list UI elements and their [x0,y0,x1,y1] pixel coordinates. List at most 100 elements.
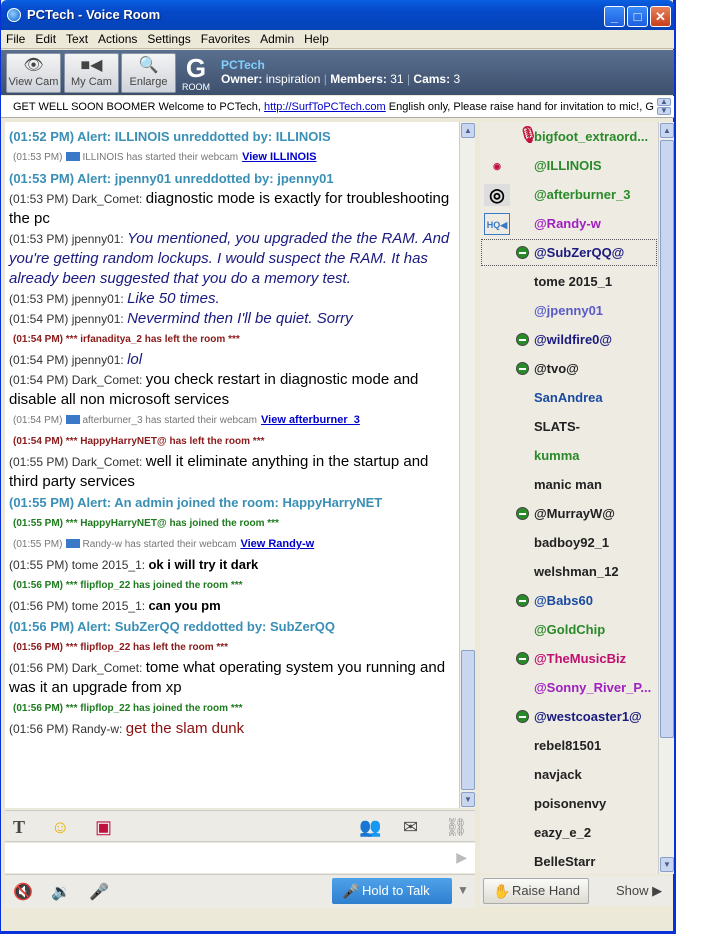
status-dot-icon [516,710,529,723]
users-scroll-down-arrow[interactable]: ▼ [660,857,674,872]
menu-file[interactable]: File [1,30,30,46]
enlarge-button[interactable]: 🔍 Enlarge [121,53,176,93]
link-icon[interactable]: ⛓ [445,815,468,839]
hold-to-talk-button[interactable]: 🎤 Hold to Talk [332,878,452,904]
chat-webcam-text: Randy-w has started their webcam [82,539,237,550]
room-button[interactable]: G ROOM [179,54,213,94]
user-list-item[interactable]: badboy92_1 [480,528,658,557]
chat-text: ok i will try it dark [148,557,259,572]
chat-time: (01:55 PM) [9,455,72,469]
user-list-item[interactable]: kumma [480,441,658,470]
chat-username[interactable]: jpenny01: [72,353,127,367]
user-list-item[interactable]: rebel81501 [480,731,658,760]
show-button[interactable]: Show ▶ [616,883,662,899]
chat-log[interactable]: (01:52 PM) Alert: ILLINOIS unreddotted b… [5,122,459,808]
user-list-item[interactable]: @wildfire0@ [480,325,658,354]
chat-username[interactable]: Dark_Comet: [72,661,146,675]
user-list-item[interactable]: eazy_e_2 [480,818,658,847]
user-list-item[interactable]: SLATS- [480,412,658,441]
chat-username[interactable]: jpenny01: [72,232,127,246]
user-list-item[interactable]: tome 2015_1 [480,267,658,296]
user-list-item[interactable]: @GoldChip [480,615,658,644]
view-webcam-link[interactable]: View ILLINOIS [242,151,316,163]
user-list-scrollbar[interactable]: ▲ ▼ [658,122,674,874]
user-list-item[interactable]: @Sonny_River_P... [480,673,658,702]
chat-text: get the slam dunk [125,720,245,737]
chat-message: (01:53 PM) Dark_Comet: diagnostic mode i… [5,189,459,229]
chat-username[interactable]: Dark_Comet: [72,192,146,206]
speaker-mute-icon[interactable]: 🔇 [13,882,33,902]
user-list[interactable]: 🎙 bigfoot_extraord... ◉ @ILLINOIS ◎ @afterbur… [480,122,658,874]
maximize-button[interactable]: □ [627,6,648,27]
user-list-item[interactable]: BelleStarr [480,847,658,874]
user-list-item[interactable]: SanAndrea [480,383,658,412]
users-scroll-thumb[interactable] [660,140,674,738]
chat-username[interactable]: jpenny01: [72,292,127,306]
ticker-scroll[interactable]: ▲ ▼ [656,98,672,116]
message-input[interactable]: ▶ [5,843,475,873]
minimize-button[interactable]: _ [604,6,625,27]
user-name: welshman_12 [534,564,619,579]
user-list-item[interactable]: navjack [480,760,658,789]
chat-system-notice: (01:56 PM) *** flipflop_22 has joined th… [13,580,243,591]
user-list-item[interactable]: @MurrayW@ [480,499,658,528]
menu-edit[interactable]: Edit [30,30,61,46]
chat-username[interactable]: Dark_Comet: [72,455,146,469]
chat-username[interactable]: Dark_Comet: [72,373,146,387]
chat-username[interactable]: tome 2015_1: [72,599,149,613]
user-list-item[interactable]: @tvo@ [480,354,658,383]
chat-username[interactable]: Randy-w: [72,722,126,736]
gift-icon[interactable]: ▣ [95,815,112,839]
volume-icon[interactable]: 🔉 [51,882,71,902]
view-webcam-link[interactable]: View Randy-w [240,538,314,550]
user-list-item[interactable]: poisonenvy [480,789,658,818]
users-group-icon[interactable]: 👥 [359,815,381,839]
close-button[interactable]: ✕ [650,6,671,27]
chat-time: (01:55 PM) [9,558,72,572]
user-list-item[interactable]: 🎙 bigfoot_extraord... [480,122,658,151]
chat-scrollbar[interactable]: ▲ ▼ [459,122,475,808]
ticker-down-arrow[interactable]: ▼ [657,107,671,115]
user-list-item[interactable]: @SubZerQQ@ [480,238,658,267]
send-arrow-icon[interactable]: ▶ [456,849,467,866]
menu-admin[interactable]: Admin [255,30,299,46]
my-cam-button[interactable]: ■◀ My Cam [64,53,119,93]
user-list-item[interactable]: @jpenny01 [480,296,658,325]
ticker-up-arrow[interactable]: ▲ [657,98,671,106]
menu-text[interactable]: Text [61,30,93,46]
user-list-item[interactable]: manic man [480,470,658,499]
user-name: @jpenny01 [534,303,604,318]
users-scroll-up-arrow[interactable]: ▲ [660,123,674,138]
view-webcam-link[interactable]: View afterburner_3 [261,414,360,426]
text-format-icon[interactable]: T [13,815,25,839]
chat-scroll-thumb[interactable] [461,650,475,790]
microphone-icon: 🎙 [518,127,539,144]
user-list-item[interactable]: ◎ @afterburner_3 [480,180,658,209]
chat-scroll-up-arrow[interactable]: ▲ [461,123,475,138]
chat-username[interactable]: tome 2015_1: [72,558,149,572]
chat-scroll-down-arrow[interactable]: ▼ [461,792,475,807]
user-list-item[interactable]: welshman_12 [480,557,658,586]
menu-settings[interactable]: Settings [142,30,195,46]
user-list-item[interactable]: ◉ @ILLINOIS [480,151,658,180]
user-list-item[interactable]: @Babs60 [480,586,658,615]
microphone-icon[interactable]: 🎤 [89,882,109,902]
view-cam-button[interactable]: 👁 View Cam [6,53,61,93]
user-list-item[interactable]: HQ◀ @Randy-w [480,209,658,238]
raise-hand-button[interactable]: ✋ Raise Hand [483,878,589,904]
hold-to-talk-dropdown-icon[interactable]: ▼ [457,883,469,897]
user-list-item[interactable]: @westcoaster1@ [480,702,658,731]
user-list-item[interactable]: @TheMusicBiz [480,644,658,673]
menu-favorites[interactable]: Favorites [196,30,255,46]
envelope-icon[interactable]: ✉ [403,815,418,839]
menu-help[interactable]: Help [299,30,334,46]
emoticon-icon[interactable]: ☺ [51,815,69,839]
menu-actions[interactable]: Actions [93,30,142,46]
chat-username[interactable]: jpenny01: [72,312,127,326]
chat-time: (01:53 PM) [13,152,63,163]
my-cam-label: My Cam [71,76,112,88]
user-name: @MurrayW@ [534,506,615,521]
ticker-link[interactable]: http://SurfToPCTech.com [264,101,386,113]
title-bar[interactable]: PCTech - Voice Room _ □ ✕ [1,0,674,30]
user-name: SLATS- [534,419,580,434]
